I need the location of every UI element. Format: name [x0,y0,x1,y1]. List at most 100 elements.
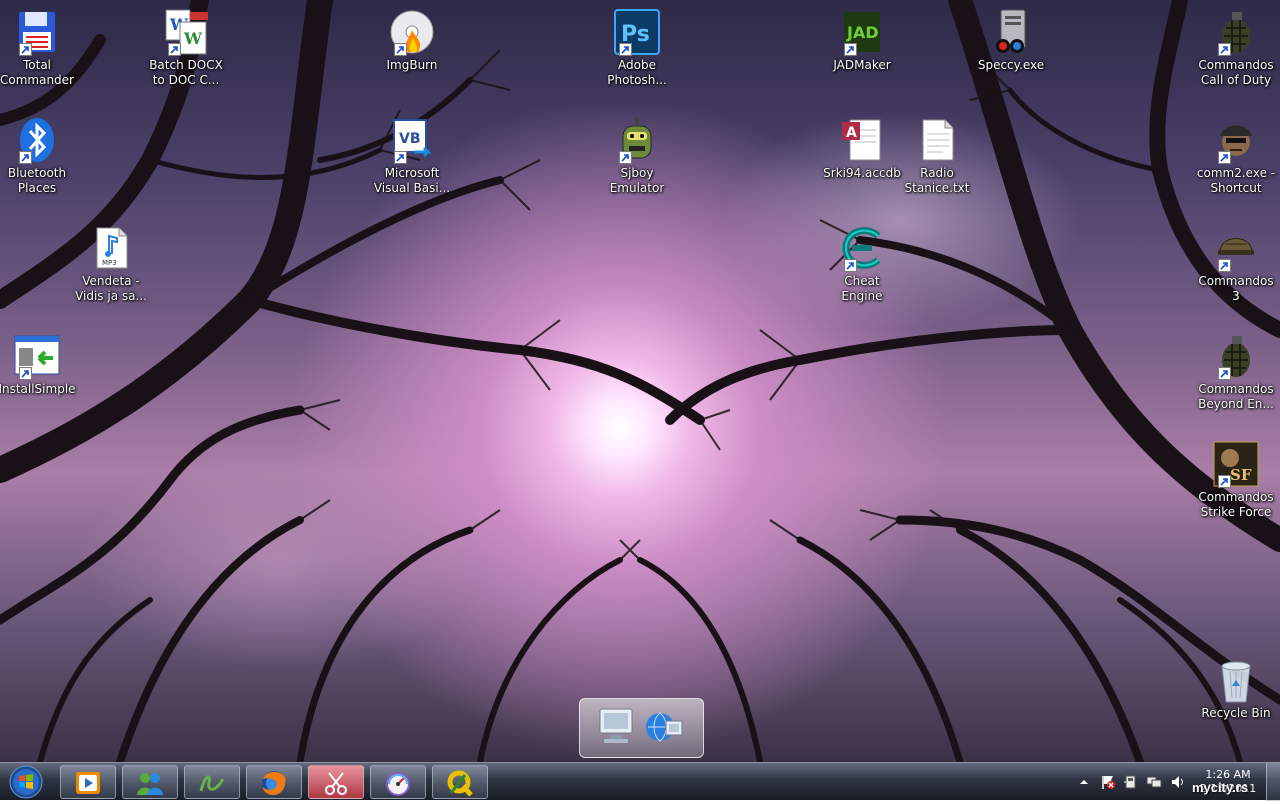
desktop-icon-jadmaker[interactable]: JAD JADMaker [822,8,902,73]
svg-text:VB: VB [399,131,421,147]
svg-text:A: A [846,125,857,141]
desktop-icon-speccy[interactable]: Speccy.exe [971,8,1051,73]
desktop-icon-recycle-bin[interactable]: Recycle Bin [1196,656,1276,721]
desktop-icon-label: InstallSimple [0,382,76,396]
tray-action-center[interactable] [1100,774,1116,790]
tray-volume[interactable] [1170,774,1186,790]
desktop-icon-label: Radio Stanice.txt [904,166,970,195]
show-desktop-button[interactable] [1266,763,1280,801]
desktop-icon-label: Total Commander [0,58,74,87]
messenger-icon [137,773,163,795]
svg-text:W: W [183,29,203,48]
desktop-icon-label: Commandos Beyond En... [1198,382,1274,411]
taskbar-button-speedometer[interactable] [370,765,426,799]
desktop-icon-label: Cheat Engine [841,274,883,303]
desktop-icon-label: Microsoft Visual Basi... [373,166,451,195]
desktop-icon-commandos-3[interactable]: Commandos 3 [1196,224,1276,304]
taskbar: 1:26 AM 2/15/2011 [0,762,1280,801]
desktop-icon-installsimple[interactable]: InstallSimple [0,332,77,397]
taskbar-button-q-app[interactable] [432,765,488,799]
desktop-icon-label: Vendeta - Vidis ja sa... [75,274,147,303]
media-player-icon [76,772,100,794]
q-app-icon [447,770,473,797]
desktop-icon-photoshop[interactable]: Ps Adobe Photosh... [597,8,677,88]
desktop-icon-commandos-beyond[interactable]: Commandos Beyond En... [1196,332,1276,412]
dock-item-network[interactable] [642,705,686,749]
desktop-icon-batch-docx[interactable]: WW Batch DOCX to DOC C... [146,8,226,88]
desktop-icon-radio-stanice[interactable]: Radio Stanice.txt [897,116,977,196]
shortcut-arrow-icon [1218,151,1231,164]
usb-device-icon [1124,775,1136,789]
access-database-icon: A [842,119,881,161]
notification-area: 1:26 AM 2/15/2011 [1070,763,1280,801]
shortcut-arrow-icon [19,43,32,56]
desktop-icon-label: ImgBurn [386,58,438,72]
action-center-flag-icon [1102,776,1115,789]
desktop-icon-commandos-strike-force[interactable]: SF Commandos Strike Force [1196,440,1276,520]
desktop[interactable]: Total Commander WW Batch DOCX to DOC C..… [0,0,1280,762]
desktop-icon-total-commander[interactable]: Total Commander [0,8,77,88]
desktop-icon-bluetooth-places[interactable]: Bluetooth Places [0,116,77,196]
taskbar-button-calligraphy-app[interactable] [184,765,240,799]
snipping-tool-icon [325,772,347,795]
volume-icon [1172,776,1183,788]
desktop-icon-comm2-shortcut[interactable]: comm2.exe - Shortcut [1196,116,1276,196]
firefox-icon [262,771,286,795]
network-icon [1146,776,1162,788]
taskbar-button-messenger[interactable] [122,765,178,799]
shortcut-arrow-icon [1218,367,1231,380]
shortcut-arrow-icon [1218,475,1231,488]
shortcut-arrow-icon [619,43,632,56]
desktop-icon-label: Bluetooth Places [7,166,67,195]
desktop-icon-label: Adobe Photosh... [607,58,667,87]
calligraphy-app-icon [199,775,225,792]
watermark: mycity.rs [1192,780,1249,795]
computer-monitor-icon [599,708,633,743]
mp3-file-icon: MP3 [96,227,128,269]
dock-bar [579,698,704,758]
desktop-icon-sjboy-emulator[interactable]: Sjboy Emulator [597,116,677,196]
shortcut-arrow-icon [844,43,857,56]
taskbar-button-snipping-tool[interactable] [308,765,364,799]
dock-item-computer[interactable] [594,705,638,749]
chevron-up-icon [1080,780,1088,784]
desktop-icon-label: Srki94.accdb [823,166,901,180]
svg-text:SF: SF [1230,466,1252,484]
desktop-icon-label: Commandos Call of Duty [1198,58,1274,87]
desktop-icon-label: comm2.exe - Shortcut [1196,166,1276,195]
shortcut-arrow-icon [619,151,632,164]
svg-text:JAD: JAD [846,23,879,42]
desktop-icon-imgburn[interactable]: ImgBurn [372,8,452,73]
tray-usb-device[interactable] [1122,774,1138,790]
wallpaper-trees [0,0,1280,762]
desktop-icon-cheat-engine[interactable]: Cheat Engine [822,224,902,304]
windows-orb-icon [9,765,43,799]
desktop-icon-commandos-call-of-duty[interactable]: Commandos Call of Duty [1196,8,1276,88]
desktop-icon-srki94-accdb[interactable]: A Srki94.accdb [822,116,902,181]
recycle-bin-icon [1221,661,1251,703]
desktop-icon-vendeta-mp3[interactable]: MP3 Vendeta - Vidis ja sa... [71,224,151,304]
speedometer-icon [386,772,410,796]
desktop-icon-label: Recycle Bin [1201,706,1271,720]
shortcut-arrow-icon [168,43,181,56]
start-button[interactable] [6,764,46,800]
desktop-icon-label: Batch DOCX to DOC C... [149,58,223,87]
shortcut-arrow-icon [394,151,407,164]
desktop-icon-label: Commandos Strike Force [1198,490,1274,519]
desktop-icon-visual-basic[interactable]: VB Microsoft Visual Basi... [372,116,452,196]
shortcut-arrow-icon [394,43,407,56]
desktop-icon-label: Speccy.exe [977,58,1045,72]
taskbar-button-media-player[interactable] [60,765,116,799]
desktop-icon-label: Commandos 3 [1198,274,1274,303]
speccy-icon [996,9,1026,53]
taskbar-button-firefox[interactable] [246,765,302,799]
shortcut-arrow-icon [844,259,857,272]
desktop-icon-label: JADMaker [833,58,891,72]
network-globe-icon [646,712,683,742]
tray-network[interactable] [1146,774,1162,790]
shortcut-arrow-icon [1218,43,1231,56]
shortcut-arrow-icon [1218,259,1231,272]
shortcut-arrow-icon [19,151,32,164]
desktop-icon-label: Sjboy Emulator [609,166,665,195]
show-hidden-icons-button[interactable] [1076,774,1092,790]
